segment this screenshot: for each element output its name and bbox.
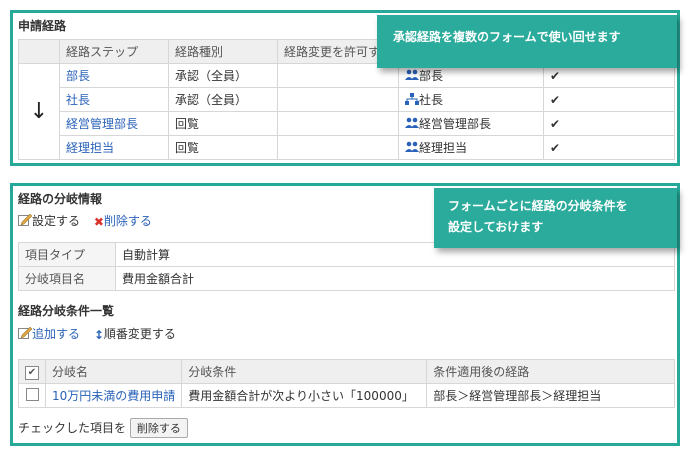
- branch-condition: 費用金額合計が次より小さい「100000」: [181, 383, 428, 408]
- settings-button[interactable]: 設定する: [18, 213, 81, 229]
- callout-line: 設定しておけます: [448, 220, 544, 234]
- step-link[interactable]: 社長: [66, 93, 90, 107]
- check-mark: ✔: [543, 87, 675, 112]
- step-link[interactable]: 経営管理部長: [66, 117, 138, 131]
- step-link[interactable]: 経理担当: [66, 141, 114, 155]
- callout-branch: フォームごとに経路の分岐条件を 設定しておけます: [434, 188, 677, 248]
- users-icon: [405, 69, 420, 84]
- check-mark: ✔: [543, 135, 675, 160]
- arrow-header-cell: [18, 39, 60, 64]
- select-all-checkbox[interactable]: ✔: [18, 359, 46, 384]
- branch-panel: 経路の分岐情報 フォームごとに経路の分岐条件を 設定しておけます 設定する ✖削…: [10, 183, 680, 446]
- add-label: 追加する: [32, 327, 81, 341]
- check-icon: ✔: [25, 365, 39, 380]
- route-type: 承認（全員）: [168, 63, 278, 88]
- users-icon: [405, 141, 420, 156]
- route-type: 承認（全員）: [168, 87, 278, 112]
- route-after: 部長＞経営管理部長＞経理担当: [426, 383, 675, 408]
- reorder-label: 順番変更する: [103, 327, 176, 341]
- panel-title: 申請経路: [18, 19, 67, 33]
- callout-line: フォームごとに経路の分岐条件を: [448, 199, 628, 213]
- route-type: 回覧: [168, 111, 278, 136]
- conditions-actions: 追加する ↕順番変更する: [18, 325, 186, 342]
- approver-name: 部長: [419, 69, 444, 83]
- info-value: 費用金額合計: [115, 266, 675, 291]
- branch-info-table: 項目タイプ 自動計算 分岐項目名 費用金額合計: [18, 242, 675, 291]
- allow-cell: [276, 111, 400, 136]
- delete-label: 削除する: [103, 214, 152, 228]
- allow-cell: [276, 135, 400, 160]
- branch-actions: 設定する ✖削除する: [18, 212, 162, 229]
- col-branch-condition: 分岐条件: [181, 359, 428, 384]
- updown-arrow-icon: ↕: [93, 327, 104, 342]
- route-type: 回覧: [168, 135, 278, 160]
- add-button[interactable]: 追加する: [18, 326, 81, 342]
- col-route-after: 条件適用後の経路: [426, 359, 675, 384]
- table-row: 経営管理部長 回覧 経営管理部長 ✔: [19, 111, 675, 136]
- reorder-button[interactable]: ↕順番変更する: [93, 327, 176, 342]
- settings-label: 設定する: [32, 214, 81, 228]
- close-icon: ✖: [93, 214, 104, 229]
- approver-name: 経営管理部長: [419, 117, 492, 131]
- edit-icon: [18, 213, 33, 229]
- col-type: 経路種別: [168, 39, 278, 64]
- table-row: 社長 承認（全員） 社長 ✔: [19, 87, 675, 112]
- table-row: 経理担当 回覧 経理担当 ✔: [19, 135, 675, 160]
- delete-button[interactable]: ✖削除する: [93, 214, 152, 229]
- allow-cell: [276, 87, 400, 112]
- row-checkbox[interactable]: [18, 383, 46, 408]
- users-icon: [405, 117, 420, 132]
- col-step: 経路ステップ: [59, 39, 169, 64]
- checked-label: チェックした項目を: [18, 421, 127, 435]
- step-link[interactable]: 部長: [66, 69, 90, 83]
- panel-title: 経路の分岐情報: [18, 192, 103, 206]
- down-arrow-icon: ↓: [18, 63, 60, 160]
- info-key: 分岐項目名: [18, 266, 116, 291]
- bulk-delete-button[interactable]: 削除する: [129, 418, 188, 438]
- route-panel: 申請経路 承認経路を複数のフォームで使い回せます 経路ステップ 経路種別 経路変…: [10, 10, 680, 166]
- bulk-action-bar: チェックした項目を 削除する: [18, 418, 188, 438]
- edit-icon: [18, 326, 33, 342]
- col-branch-name: 分岐名: [44, 359, 183, 384]
- table-row: 分岐項目名 費用金額合計: [18, 266, 675, 291]
- branch-name-link[interactable]: 10万円未満の費用申請: [52, 389, 175, 403]
- table-row: 10万円未満の費用申請 費用金額合計が次より小さい「100000」 部長＞経営管…: [18, 383, 675, 408]
- org-icon: [405, 93, 420, 108]
- check-mark: ✔: [543, 111, 675, 136]
- callout-reuse: 承認経路を複数のフォームで使い回せます: [377, 15, 677, 68]
- conditions-table: ✔ 分岐名 分岐条件 条件適用後の経路 10万円未満の費用申請 費用金額合計が次…: [18, 359, 675, 408]
- approver-name: 社長: [419, 93, 444, 107]
- info-key: 項目タイプ: [18, 242, 116, 267]
- conditions-title: 経路分岐条件一覧: [18, 304, 115, 318]
- approver-name: 経理担当: [419, 141, 468, 155]
